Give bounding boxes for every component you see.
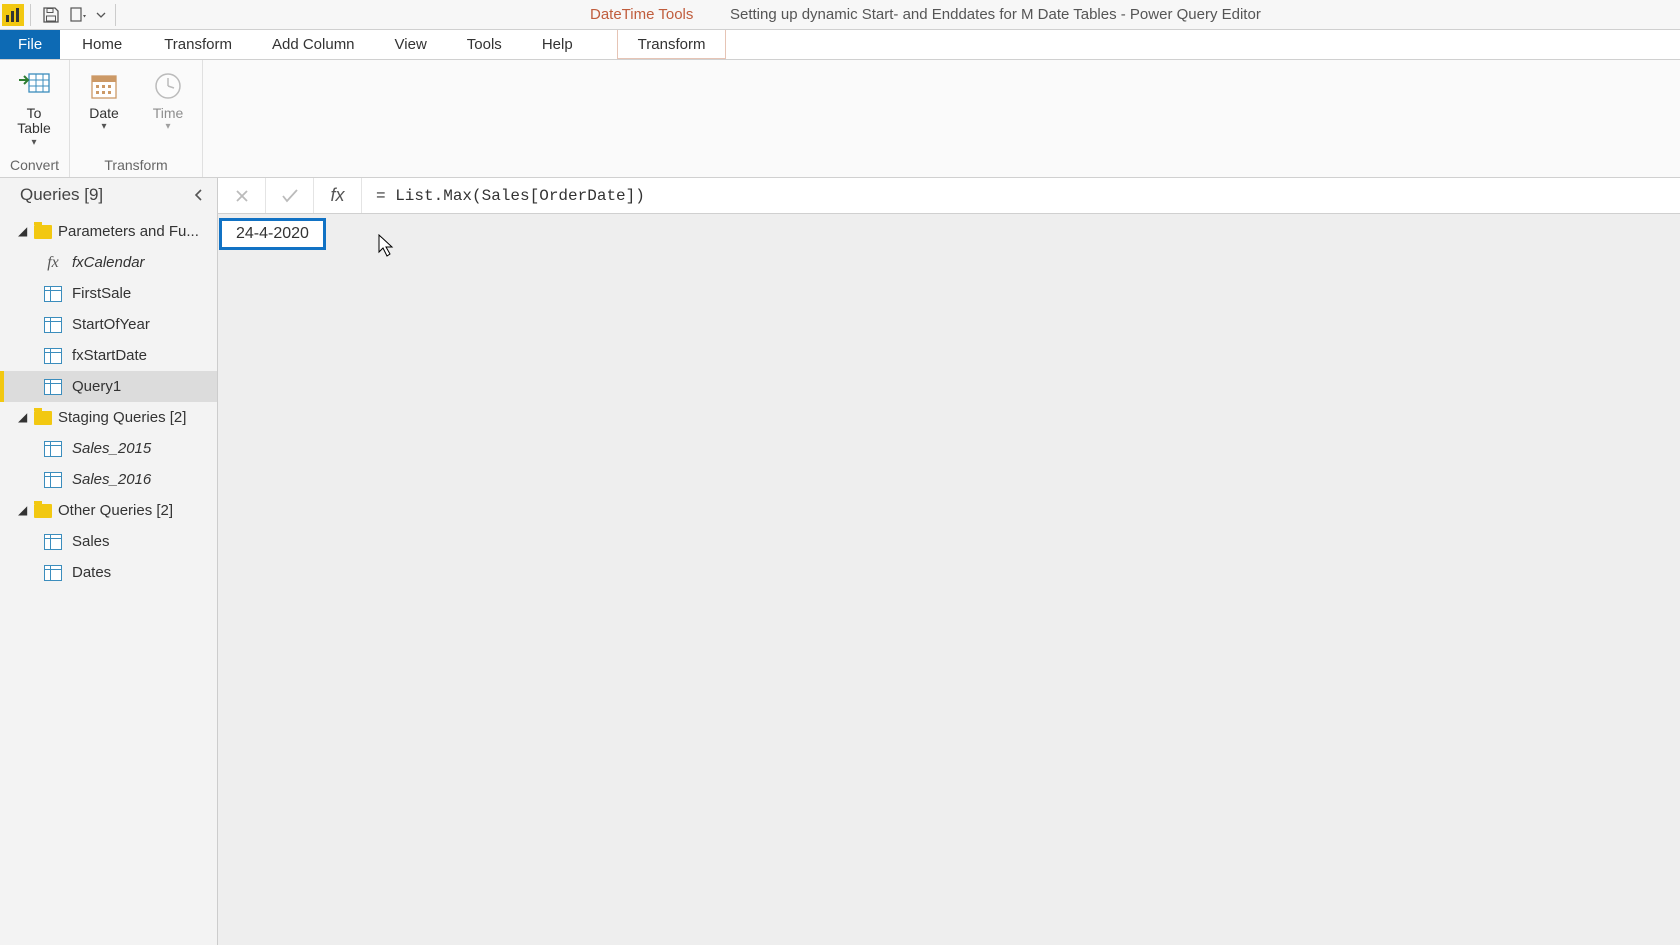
queries-header-label: Queries [9] bbox=[20, 185, 103, 205]
qat-divider-2 bbox=[115, 4, 116, 26]
to-table-button[interactable]: To Table ▾ bbox=[10, 68, 58, 148]
fx-icon: fx bbox=[44, 254, 62, 272]
chevron-down-icon: ▾ bbox=[31, 137, 36, 148]
tree-item-label: StartOfYear bbox=[72, 316, 150, 333]
table-icon bbox=[44, 317, 62, 333]
tab-file[interactable]: File bbox=[0, 30, 60, 59]
tree-folder-label: Other Queries [2] bbox=[58, 502, 173, 519]
tree-item[interactable]: fxStartDate bbox=[0, 340, 217, 371]
ribbon-body: To Table ▾ Convert Date ▾ Time ▾ Tran bbox=[0, 60, 1680, 178]
tab-transform[interactable]: Transform bbox=[144, 30, 252, 59]
table-icon bbox=[44, 534, 62, 550]
tree-folder[interactable]: ◢ Staging Queries [2] bbox=[0, 402, 217, 433]
chevron-down-icon bbox=[96, 10, 106, 20]
queries-tree: ◢ Parameters and Fu... fx fxCalendar FirstSa… bbox=[0, 212, 217, 592]
contextual-tools-label: DateTime Tools bbox=[590, 6, 693, 23]
chevron-down-icon: ▾ bbox=[102, 121, 107, 132]
save-icon bbox=[42, 6, 60, 24]
x-icon bbox=[234, 188, 250, 204]
tree-folder-label: Staging Queries [2] bbox=[58, 409, 186, 426]
result-value-cell[interactable]: 24-4-2020 bbox=[219, 218, 326, 250]
ribbon-group-label-convert: Convert bbox=[10, 157, 59, 175]
tree-item[interactable]: Sales_2016 bbox=[0, 464, 217, 495]
clock-icon bbox=[150, 68, 186, 104]
tree-item[interactable]: Query1 bbox=[0, 371, 217, 402]
main-area: fx 24-4-2020 bbox=[218, 178, 1680, 945]
tree-item[interactable]: FirstSale bbox=[0, 278, 217, 309]
ribbon-tabs: File Home Transform Add Column View Tool… bbox=[0, 30, 1680, 60]
table-icon bbox=[44, 379, 62, 395]
table-icon bbox=[44, 441, 62, 457]
title-bar: DateTime Tools Setting up dynamic Start-… bbox=[0, 0, 1680, 30]
caret-down-icon: ◢ bbox=[18, 224, 28, 238]
tab-view[interactable]: View bbox=[375, 30, 447, 59]
table-icon bbox=[44, 286, 62, 302]
caret-down-icon: ◢ bbox=[18, 503, 28, 517]
fx-icon: fx bbox=[330, 185, 344, 206]
folder-icon bbox=[34, 225, 52, 239]
tab-tools[interactable]: Tools bbox=[447, 30, 522, 59]
tab-add-column[interactable]: Add Column bbox=[252, 30, 375, 59]
tree-folder[interactable]: ◢ Parameters and Fu... bbox=[0, 216, 217, 247]
ribbon-group-convert: To Table ▾ Convert bbox=[0, 60, 70, 177]
tree-item-label: Query1 bbox=[72, 378, 121, 395]
qat-more-button[interactable] bbox=[65, 1, 93, 29]
table-icon bbox=[44, 348, 62, 364]
tree-item-label: fxCalendar bbox=[72, 254, 145, 271]
tree-item-label: Dates bbox=[72, 564, 111, 581]
qat-divider bbox=[30, 4, 31, 26]
caret-down-icon: ◢ bbox=[18, 410, 28, 424]
tree-item-label: FirstSale bbox=[72, 285, 131, 302]
tree-item-label: Sales bbox=[72, 533, 110, 550]
check-icon bbox=[281, 188, 299, 204]
date-label: Date bbox=[89, 106, 119, 121]
qat-customize-button[interactable] bbox=[93, 1, 109, 29]
tree-item[interactable]: Sales bbox=[0, 526, 217, 557]
document-dropdown-icon bbox=[69, 6, 89, 24]
folder-icon bbox=[34, 504, 52, 518]
save-button[interactable] bbox=[37, 1, 65, 29]
table-icon bbox=[44, 565, 62, 581]
ribbon-group-label-transform: Transform bbox=[80, 157, 192, 175]
tab-help[interactable]: Help bbox=[522, 30, 593, 59]
tree-item[interactable]: fx fxCalendar bbox=[0, 247, 217, 278]
fx-button[interactable]: fx bbox=[314, 178, 362, 213]
formula-bar: fx bbox=[218, 178, 1680, 214]
tree-item-label: fxStartDate bbox=[72, 347, 147, 364]
chevron-left-icon bbox=[193, 189, 205, 201]
time-label: Time bbox=[153, 106, 184, 121]
cursor-icon bbox=[378, 234, 396, 258]
to-table-label: To Table bbox=[17, 106, 50, 137]
calendar-icon bbox=[86, 68, 122, 104]
tree-item[interactable]: Dates bbox=[0, 557, 217, 588]
time-button[interactable]: Time ▾ bbox=[144, 68, 192, 132]
ribbon-group-transform: Date ▾ Time ▾ Transform bbox=[70, 60, 203, 177]
app-icon bbox=[2, 4, 24, 26]
collapse-queries-button[interactable] bbox=[189, 185, 209, 205]
window-title: Setting up dynamic Start- and Enddates f… bbox=[730, 6, 1261, 23]
tree-folder[interactable]: ◢ Other Queries [2] bbox=[0, 495, 217, 526]
tree-folder-label: Parameters and Fu... bbox=[58, 223, 199, 240]
date-button[interactable]: Date ▾ bbox=[80, 68, 128, 132]
formula-confirm-button[interactable] bbox=[266, 178, 314, 213]
formula-input[interactable] bbox=[362, 178, 1680, 213]
chevron-down-icon: ▾ bbox=[166, 121, 171, 132]
queries-header: Queries [9] bbox=[0, 178, 217, 212]
tree-item[interactable]: StartOfYear bbox=[0, 309, 217, 340]
formula-cancel-button[interactable] bbox=[218, 178, 266, 213]
result-value: 24-4-2020 bbox=[236, 225, 309, 242]
tree-item-label: Sales_2016 bbox=[72, 471, 151, 488]
tab-context-transform[interactable]: Transform bbox=[617, 30, 727, 59]
tree-item[interactable]: Sales_2015 bbox=[0, 433, 217, 464]
tree-item-label: Sales_2015 bbox=[72, 440, 151, 457]
to-table-icon bbox=[16, 68, 52, 104]
folder-icon bbox=[34, 411, 52, 425]
workspace: Queries [9] ◢Parameters and Fu...fxfxCal… bbox=[0, 178, 1680, 945]
queries-pane: Queries [9] ◢ Parameters and Fu... fxfxCal… bbox=[0, 178, 218, 945]
table-icon bbox=[44, 472, 62, 488]
tab-home[interactable]: Home bbox=[60, 30, 144, 59]
